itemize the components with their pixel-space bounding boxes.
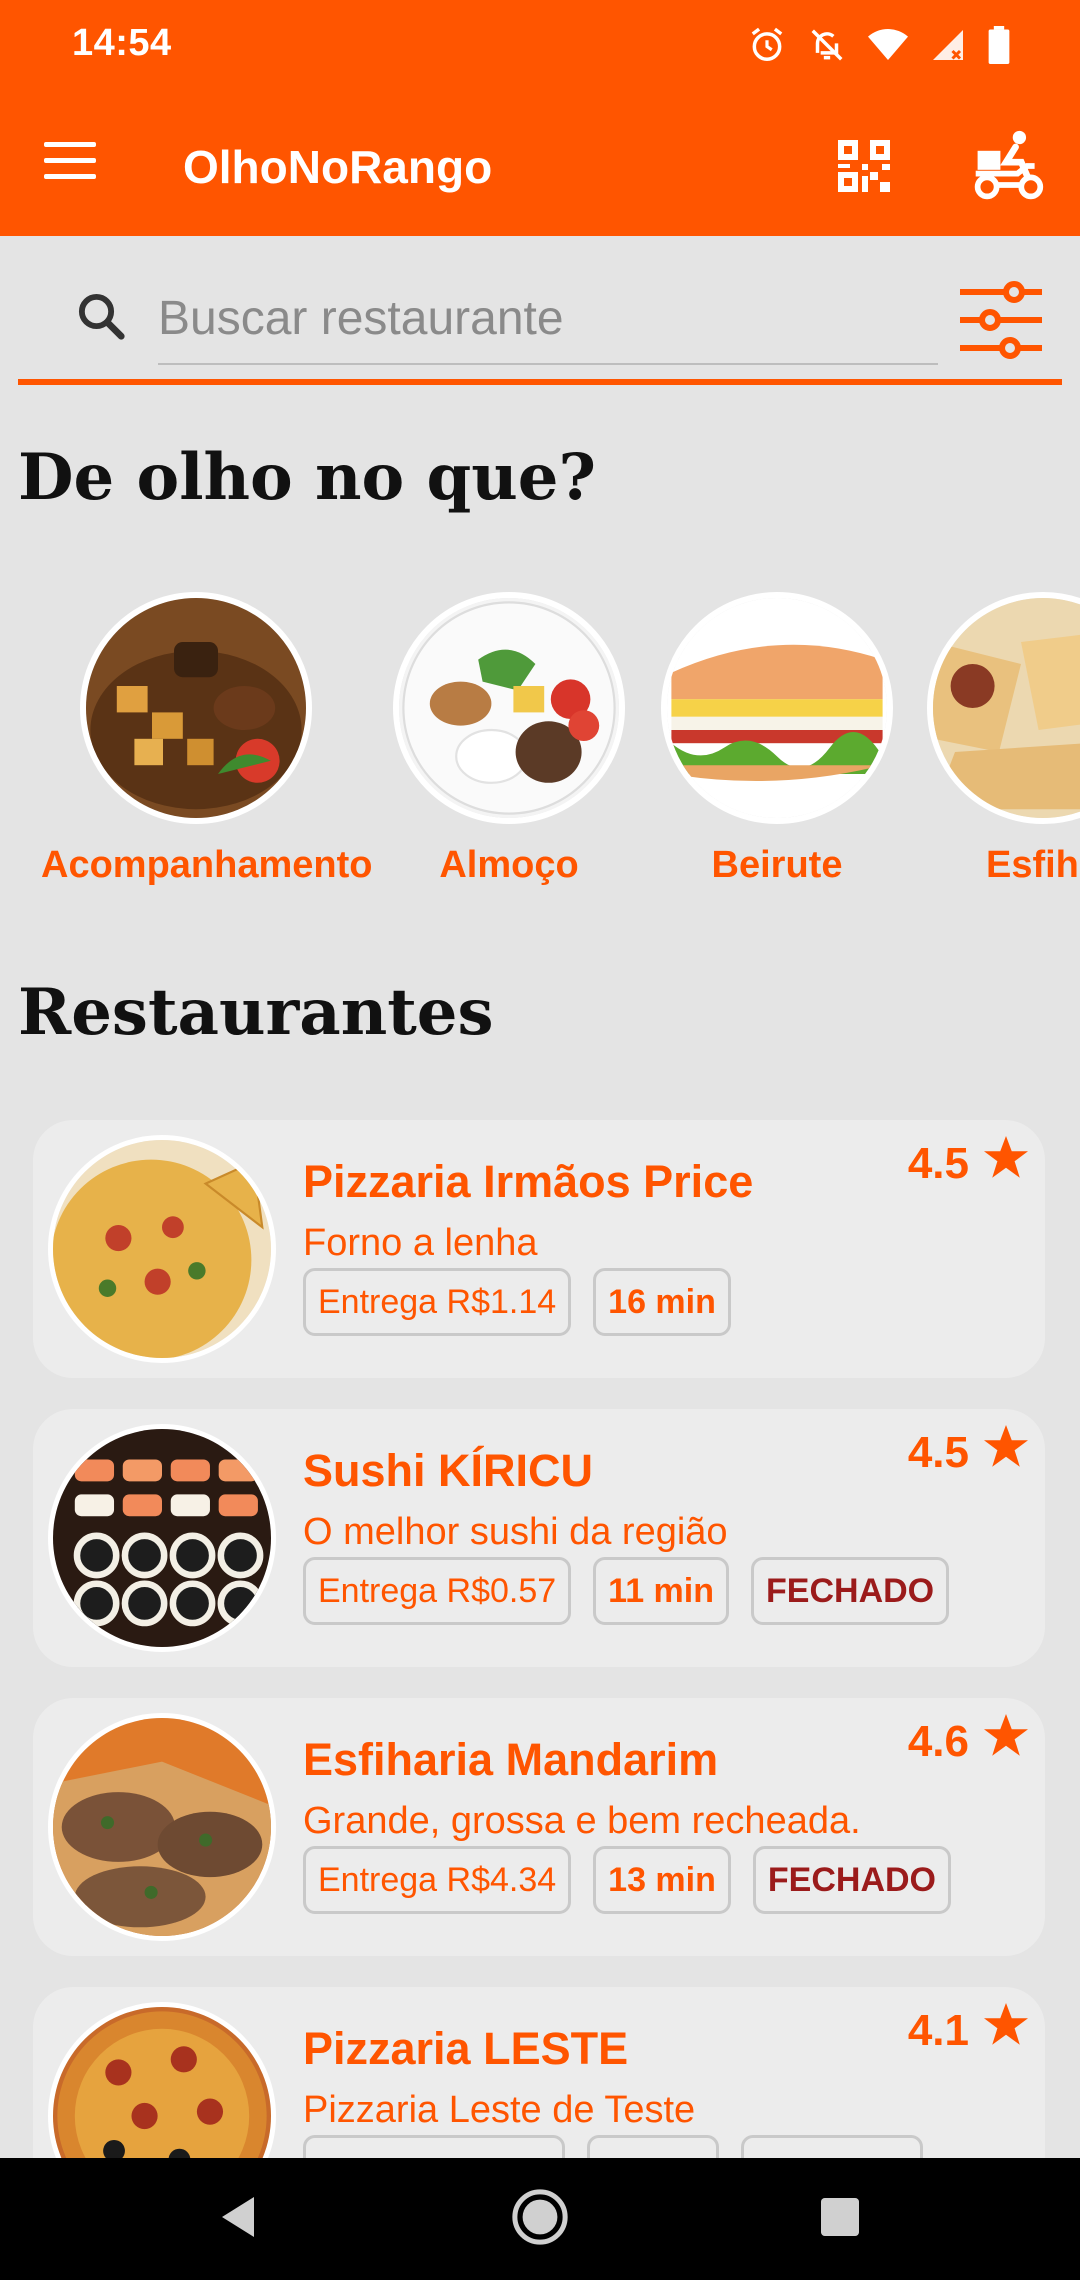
rating: 4.6 bbox=[908, 1714, 1029, 1769]
search-bar bbox=[18, 265, 1062, 385]
category-esfiha[interactable]: Esfiha bbox=[888, 592, 1080, 887]
filter-icon[interactable] bbox=[958, 280, 1044, 360]
rating: 4.5 bbox=[908, 1136, 1029, 1191]
restaurant-name: Pizzaria Irmãos Price bbox=[303, 1156, 754, 1207]
restaurant-description: Forno a lenha bbox=[303, 1222, 538, 1264]
battery-icon bbox=[988, 26, 1010, 69]
rating: 4.1 bbox=[908, 2003, 1029, 2058]
category-almoco[interactable]: Almoço bbox=[354, 592, 664, 887]
signal-icon bbox=[930, 27, 966, 68]
category-label: Beirute bbox=[711, 844, 843, 886]
restaurant-list[interactable]: Pizzaria Irmãos Price Forno a lenha Entr… bbox=[0, 1110, 1080, 2158]
category-beirute[interactable]: Beirute bbox=[622, 592, 932, 887]
category-image bbox=[80, 592, 312, 824]
restaurant-image bbox=[48, 1135, 276, 1363]
restaurant-image bbox=[48, 1713, 276, 1941]
restaurant-name: Pizzaria LESTE bbox=[303, 2023, 629, 2074]
recents-icon bbox=[821, 2197, 859, 2241]
delivery-time-badge: 13 min bbox=[593, 1846, 731, 1914]
restaurant-tags bbox=[303, 2135, 923, 2158]
status-badge bbox=[741, 2135, 923, 2158]
delivery-moto-icon[interactable] bbox=[970, 128, 1046, 204]
rating-value: 4.6 bbox=[907, 1716, 969, 1766]
star-icon bbox=[983, 1136, 1029, 1191]
bell-off-icon bbox=[808, 26, 846, 69]
delivery-time-badge: 16 min bbox=[593, 1268, 731, 1336]
restaurant-description: Grande, grossa e bem recheada. bbox=[303, 1800, 861, 1842]
restaurant-tags: Entrega R$4.34 13 min FECHADO bbox=[303, 1846, 951, 1914]
star-icon bbox=[983, 2003, 1029, 2058]
status-time: 14:54 bbox=[72, 22, 172, 64]
restaurant-name: Esfiharia Mandarim bbox=[303, 1734, 719, 1785]
category-image bbox=[393, 592, 625, 824]
delivery-fee-badge: Entrega R$1.14 bbox=[303, 1268, 572, 1336]
app-title: OlhoNoRango bbox=[183, 141, 493, 193]
star-icon bbox=[983, 1425, 1029, 1480]
home-icon bbox=[511, 2188, 569, 2251]
status-badge: FECHADO bbox=[751, 1557, 950, 1625]
restaurant-image bbox=[48, 2002, 276, 2158]
rating: 4.5 bbox=[908, 1425, 1029, 1480]
restaurant-tags: Entrega R$1.14 16 min bbox=[303, 1268, 731, 1336]
restaurants-title: Restaurantes bbox=[18, 975, 494, 1050]
category-label: Esfiha bbox=[985, 844, 1080, 886]
menu-icon[interactable] bbox=[44, 142, 96, 182]
search-input[interactable] bbox=[158, 273, 938, 365]
categories-title: De olho no que? bbox=[18, 440, 596, 515]
status-icons bbox=[748, 26, 1010, 69]
restaurant-card[interactable]: Esfiharia Mandarim Grande, grossa e bem … bbox=[33, 1698, 1045, 1956]
rating-value: 4.5 bbox=[907, 1427, 969, 1477]
back-button[interactable] bbox=[178, 2158, 298, 2280]
delivery-fee-badge: Entrega R$4.34 bbox=[303, 1846, 572, 1914]
search-icon bbox=[74, 289, 128, 343]
restaurant-card[interactable]: Sushi KÍRICU O melhor sushi da região En… bbox=[33, 1409, 1045, 1667]
category-image bbox=[927, 592, 1080, 824]
category-label: Almoço bbox=[439, 844, 579, 886]
delivery-time-badge bbox=[587, 2135, 719, 2158]
delivery-fee-badge: Entrega R$0.57 bbox=[303, 1557, 572, 1625]
restaurant-tags: Entrega R$0.57 11 min FECHADO bbox=[303, 1557, 950, 1625]
status-bar: 14:54 bbox=[0, 0, 1080, 92]
restaurant-name: Sushi KÍRICU bbox=[303, 1445, 594, 1496]
restaurant-description: O melhor sushi da região bbox=[303, 1511, 728, 1553]
category-label: Acompanhamento bbox=[41, 844, 373, 886]
alarm-icon bbox=[748, 26, 786, 69]
star-icon bbox=[983, 1714, 1029, 1769]
rating-value: 4.1 bbox=[907, 2005, 969, 2055]
qr-code-icon[interactable] bbox=[838, 140, 890, 192]
restaurant-card[interactable]: Pizzaria LESTE Pizzaria Leste de Teste 4… bbox=[33, 1987, 1045, 2158]
categories-carousel[interactable]: Acompanhamento Almoço Beirute Esfih bbox=[0, 592, 1080, 912]
rating-value: 4.5 bbox=[907, 1138, 969, 1188]
back-icon bbox=[218, 2195, 258, 2244]
restaurant-description: Pizzaria Leste de Teste bbox=[303, 2089, 696, 2131]
home-button[interactable] bbox=[480, 2158, 600, 2280]
delivery-time-badge: 11 min bbox=[593, 1557, 730, 1625]
restaurant-image bbox=[48, 1424, 276, 1652]
delivery-fee-badge bbox=[303, 2135, 565, 2158]
system-nav-bar bbox=[0, 2158, 1080, 2280]
app-bar: OlhoNoRango bbox=[0, 92, 1080, 236]
restaurant-card[interactable]: Pizzaria Irmãos Price Forno a lenha Entr… bbox=[33, 1120, 1045, 1378]
recents-button[interactable] bbox=[780, 2158, 900, 2280]
category-acompanhamento[interactable]: Acompanhamento bbox=[41, 592, 373, 887]
wifi-icon bbox=[868, 27, 908, 68]
category-image bbox=[661, 592, 893, 824]
status-badge: FECHADO bbox=[752, 1846, 951, 1914]
